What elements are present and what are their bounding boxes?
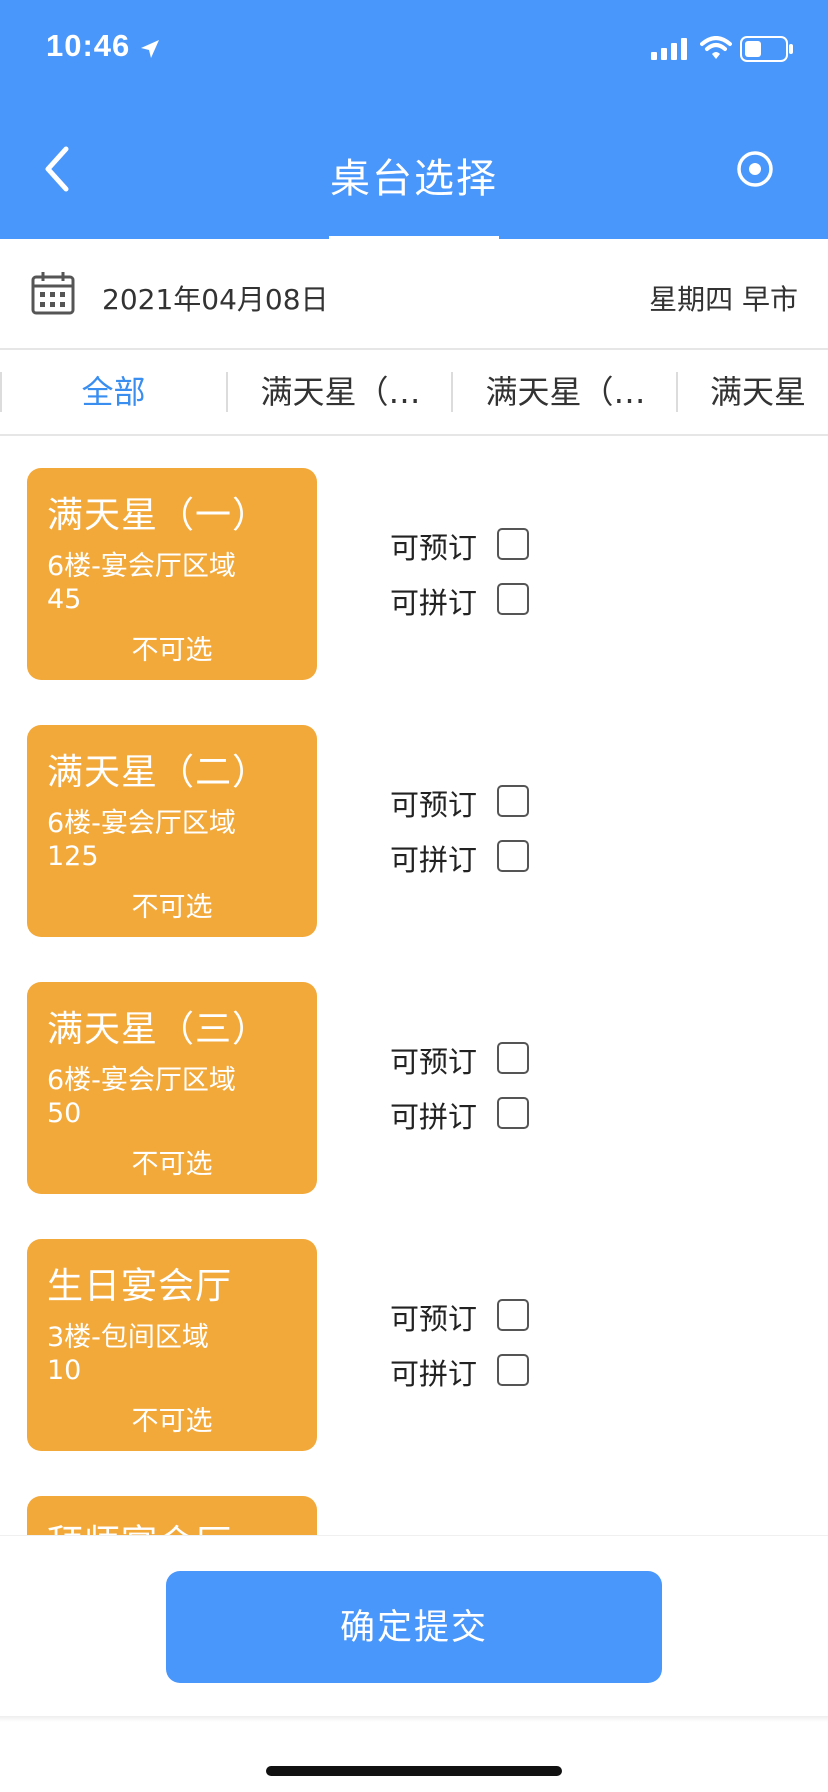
page-title: 桌台选择 [330,156,498,202]
tab-mantianxing-2[interactable]: 满天星（… [453,350,678,434]
bookable-checkbox[interactable] [497,1042,529,1074]
home-indicator[interactable] [266,1766,562,1776]
bookable-checkbox[interactable] [497,528,529,560]
table-name: 满天星（三） [47,1009,270,1050]
table-name: 满天星（一） [47,495,270,536]
tab-mantianxing-3[interactable]: 满天星 [678,350,828,434]
status-time: 10:46 [46,28,131,63]
day-text: 星期四 早市 [649,283,798,316]
calendar-icon [31,272,75,315]
shareable-label: 可拼订 [390,843,478,877]
bottom-divider [0,1716,828,1722]
table-list[interactable]: 满天星（一） 6楼-宴会厅区域 45 不可选 可预订 可拼订 满天星（二） 6楼… [0,436,828,1536]
title-indicator [329,236,499,241]
bookable-checkbox[interactable] [497,785,529,817]
battery-icon [740,36,793,62]
signal-icon [651,38,687,60]
table-status: 不可选 [131,635,213,666]
bookable-checkbox[interactable] [497,1299,529,1331]
table-card[interactable]: 满天星（一） 6楼-宴会厅区域 45 不可选 [27,468,317,680]
wifi-icon [700,36,732,59]
table-capacity: 45 [47,584,82,615]
target-icon[interactable] [736,150,774,188]
table-name: 生日宴会厅 [47,1266,233,1307]
table-capacity: 10 [47,1355,82,1386]
bookable-label: 可预订 [390,531,478,565]
table-area: 3楼-包间区域 [47,1322,209,1353]
shareable-label: 可拼订 [390,1100,478,1134]
table-status: 不可选 [131,892,213,923]
bookable-label: 可预订 [390,1045,478,1079]
table-capacity: 125 [47,841,99,872]
shareable-label: 可拼订 [390,586,478,620]
submit-button[interactable]: 确定提交 [166,1571,662,1683]
table-name: 满天星（二） [47,752,270,793]
table-card[interactable]: 拜师宴会厅 [27,1496,317,1536]
bookable-label: 可预订 [390,1302,478,1336]
table-row: 满天星（三） 6楼-宴会厅区域 50 不可选 可预订 可拼订 [0,982,828,1194]
location-arrow-icon [141,40,159,58]
table-card[interactable]: 满天星（二） 6楼-宴会厅区域 125 不可选 [27,725,317,937]
table-row: 满天星（一） 6楼-宴会厅区域 45 不可选 可预订 可拼订 [0,468,828,680]
area-tabs: 全部 满天星（… 满天星（… 满天星 [0,350,828,436]
shareable-checkbox[interactable] [497,840,529,872]
date-row[interactable]: 2021年04月08日 星期四 早市 [0,242,828,350]
table-card[interactable]: 生日宴会厅 3楼-包间区域 10 不可选 [27,1239,317,1451]
table-row: 生日宴会厅 3楼-包间区域 10 不可选 可预订 可拼订 [0,1239,828,1451]
table-row: 满天星（二） 6楼-宴会厅区域 125 不可选 可预订 可拼订 [0,725,828,937]
shareable-label: 可拼订 [390,1357,478,1391]
table-area: 6楼-宴会厅区域 [47,551,236,582]
table-area: 6楼-宴会厅区域 [47,808,236,839]
table-status: 不可选 [131,1149,213,1180]
header: 10:46 桌台选择 [0,0,828,241]
table-status: 不可选 [131,1406,213,1437]
table-row: 拜师宴会厅 [0,1496,828,1536]
table-capacity: 50 [47,1098,82,1129]
date-text: 2021年04月08日 [102,283,329,316]
bookable-label: 可预订 [390,788,478,822]
shareable-checkbox[interactable] [497,583,529,615]
tab-all[interactable]: 全部 [1,350,226,434]
table-card[interactable]: 满天星（三） 6楼-宴会厅区域 50 不可选 [27,982,317,1194]
shareable-checkbox[interactable] [497,1097,529,1129]
table-name: 拜师宴会厅 [47,1514,232,1536]
shareable-checkbox[interactable] [497,1354,529,1386]
tab-mantianxing-1[interactable]: 满天星（… [228,350,453,434]
table-area: 6楼-宴会厅区域 [47,1065,236,1096]
